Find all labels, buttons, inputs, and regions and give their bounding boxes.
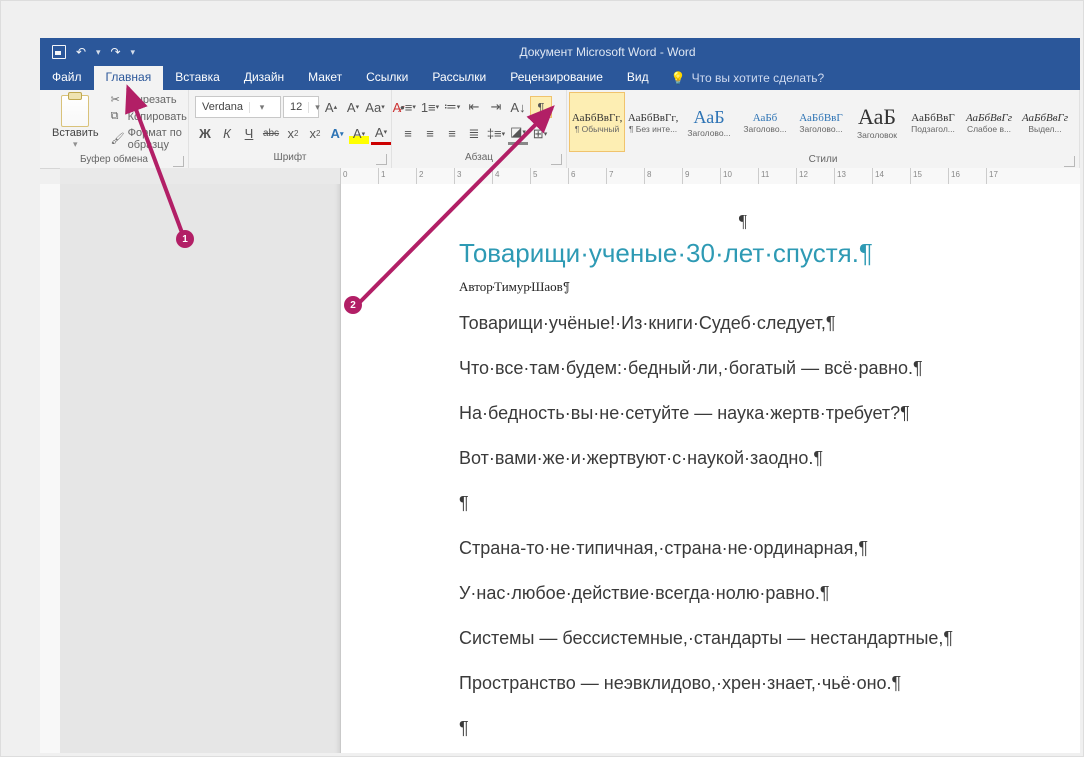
align-center-button[interactable]: ≡ bbox=[420, 124, 440, 144]
undo-icon[interactable]: ↶ bbox=[74, 45, 88, 59]
style-Заголовок[interactable]: АаБЗаголовок bbox=[849, 92, 905, 152]
leading-pilcrow: ¶ bbox=[399, 211, 1080, 232]
document-area[interactable]: ¶ Товарищи·ученые·30·лет·спустя.¶ Автор·… bbox=[60, 184, 1080, 753]
tab-вид[interactable]: Вид bbox=[615, 66, 661, 90]
style-Подзагол...[interactable]: АаБбВвГПодзагол... bbox=[905, 92, 961, 152]
tell-me-search[interactable]: 💡Что вы хотите сделать? bbox=[661, 66, 825, 90]
format-painter-button[interactable]: 🖌Формат по образцу bbox=[109, 126, 189, 152]
text-line[interactable]: Товарищи·учёные!·Из·книги·Судеб·следует,… bbox=[459, 313, 1080, 334]
show-pilcrow-button[interactable]: ¶ bbox=[530, 96, 552, 118]
annotation-2: 2 bbox=[344, 296, 362, 314]
tab-макет[interactable]: Макет bbox=[296, 66, 354, 90]
dialog-launcher-icon[interactable] bbox=[376, 154, 387, 165]
dialog-launcher-icon[interactable] bbox=[1064, 156, 1075, 167]
paste-label: Вставить bbox=[52, 127, 99, 139]
group-label: Абзац bbox=[465, 152, 493, 163]
subscript-button[interactable]: x2 bbox=[283, 124, 303, 144]
align-right-button[interactable]: ≡ bbox=[442, 124, 462, 144]
shading-button[interactable]: ◪▾ bbox=[508, 122, 528, 145]
font-size-select[interactable]: 12▾ bbox=[283, 96, 319, 118]
tab-ссылки[interactable]: Ссылки bbox=[354, 66, 420, 90]
clipboard-icon bbox=[61, 95, 89, 127]
text-line[interactable]: ¶ bbox=[459, 718, 1080, 739]
quick-access-toolbar: ↶ ▾ ↷ ▾ bbox=[40, 45, 135, 59]
text-line[interactable]: Вот·вами·же·и·жертвуют·с·наукой·заодно.¶ bbox=[459, 448, 1080, 469]
title-bar: ↶ ▾ ↷ ▾ Документ Microsoft Word - Word bbox=[40, 38, 1080, 66]
style-¶ Обычный[interactable]: АаБбВвГг,¶ Обычный bbox=[569, 92, 625, 152]
lightbulb-icon: 💡 bbox=[671, 71, 686, 85]
dialog-launcher-icon[interactable] bbox=[173, 156, 184, 167]
horizontal-ruler[interactable] bbox=[60, 168, 1080, 185]
align-left-button[interactable]: ≡ bbox=[398, 124, 418, 144]
group-label: Буфер обмена bbox=[80, 154, 148, 165]
grow-font-button[interactable]: A▴ bbox=[321, 97, 341, 117]
text-effects-button[interactable]: A▾ bbox=[327, 124, 347, 144]
sort-button[interactable]: A↓ bbox=[508, 97, 528, 117]
underline-button[interactable]: Ч bbox=[239, 124, 259, 144]
tab-главная[interactable]: Главная bbox=[94, 66, 164, 90]
tab-вставка[interactable]: Вставка bbox=[163, 66, 232, 90]
justify-button[interactable]: ≣ bbox=[464, 124, 484, 144]
bold-button[interactable]: Ж bbox=[195, 124, 215, 144]
cut-button[interactable]: ✂Вырезать bbox=[109, 92, 189, 108]
group-font: Verdana▾ 12▾ A▴ A▾ Aa▾ A̷ Ж К Ч abc x2 x… bbox=[189, 90, 392, 168]
ribbon-tabs: ФайлГлавнаяВставкаДизайнМакетСсылкиРассы… bbox=[40, 66, 1080, 90]
annotation-1: 1 bbox=[176, 230, 194, 248]
tab-файл[interactable]: Файл bbox=[40, 66, 94, 90]
copy-button[interactable]: ⧉Копировать bbox=[109, 109, 189, 125]
multilevel-button[interactable]: ≔▾ bbox=[442, 97, 462, 117]
document-title[interactable]: Товарищи·ученые·30·лет·спустя.¶ bbox=[459, 238, 1080, 269]
style-Выдел...[interactable]: АаБбВвГгВыдел... bbox=[1017, 92, 1073, 152]
text-line[interactable]: Пространство — неэвклидово,·хрен·знает,·… bbox=[459, 673, 1080, 694]
font-name-select[interactable]: Verdana▾ bbox=[195, 96, 281, 118]
text-line[interactable]: Что·все·там·будем:·бедный·ли,·богатый — … bbox=[459, 358, 1080, 379]
app-window: ↶ ▾ ↷ ▾ Документ Microsoft Word - Word Ф… bbox=[0, 0, 1084, 757]
style-Заголово...[interactable]: АаБЗаголово... bbox=[681, 92, 737, 152]
copy-icon: ⧉ bbox=[111, 110, 125, 124]
group-label: Шрифт bbox=[274, 152, 307, 163]
text-line[interactable]: На·бедность·вы·не·сетуйте — наука·жертв·… bbox=[459, 403, 1080, 424]
bullets-button[interactable]: •≡▾ bbox=[398, 97, 418, 117]
undo-more-icon[interactable]: ▾ bbox=[96, 47, 101, 58]
ribbon: Вставить ▾ ✂Вырезать ⧉Копировать 🖌Формат… bbox=[40, 90, 1080, 169]
style-Слабое в...[interactable]: АаБбВвГгСлабое в... bbox=[961, 92, 1017, 152]
tab-дизайн[interactable]: Дизайн bbox=[232, 66, 296, 90]
text-line[interactable]: ¶ bbox=[459, 493, 1080, 514]
page[interactable]: ¶ Товарищи·ученые·30·лет·спустя.¶ Автор·… bbox=[340, 184, 1080, 753]
window-title: Документ Microsoft Word - Word bbox=[135, 45, 1080, 59]
dialog-launcher-icon[interactable] bbox=[551, 154, 562, 165]
italic-button[interactable]: К bbox=[217, 124, 237, 144]
qat-customize-icon[interactable]: ▾ bbox=[131, 47, 136, 58]
style-Заголово...[interactable]: АаБбВвГЗаголово... bbox=[793, 92, 849, 152]
brush-icon: 🖌 bbox=[111, 132, 125, 146]
group-label: Стили bbox=[809, 154, 838, 165]
group-paragraph: •≡▾ 1≡▾ ≔▾ ⇤ ⇥ A↓ ¶ ≡ ≡ ≡ ≣ ‡≡▾ ◪▾ ⊞▾ bbox=[392, 90, 567, 168]
save-icon[interactable] bbox=[52, 45, 66, 59]
strike-button[interactable]: abc bbox=[261, 124, 281, 144]
vertical-ruler[interactable] bbox=[40, 184, 61, 753]
style-¶ Без инте...[interactable]: АаБбВвГг,¶ Без инте... bbox=[625, 92, 681, 152]
shrink-font-button[interactable]: A▾ bbox=[343, 97, 363, 117]
line-spacing-button[interactable]: ‡≡▾ bbox=[486, 124, 506, 144]
group-clipboard: Вставить ▾ ✂Вырезать ⧉Копировать 🖌Формат… bbox=[40, 90, 189, 168]
text-line[interactable]: Страна-то·не·типичная,·страна·не·ординар… bbox=[459, 538, 1080, 559]
group-styles: АаБбВвГг,¶ ОбычныйАаБбВвГг,¶ Без инте...… bbox=[567, 90, 1080, 168]
style-Заголово...[interactable]: АаБбЗаголово... bbox=[737, 92, 793, 152]
paste-button[interactable]: Вставить ▾ bbox=[46, 93, 105, 152]
borders-button[interactable]: ⊞▾ bbox=[530, 124, 550, 144]
increase-indent-button[interactable]: ⇥ bbox=[486, 97, 506, 117]
numbering-button[interactable]: 1≡▾ bbox=[420, 97, 440, 117]
document-author[interactable]: Автор·Тимур·Шаов¶ bbox=[459, 279, 1080, 295]
highlight-button[interactable]: A▾ bbox=[349, 124, 369, 144]
font-color-button[interactable]: A▾ bbox=[371, 122, 391, 145]
text-line[interactable]: Системы — бессистемные,·стандарты — нест… bbox=[459, 628, 1080, 649]
decrease-indent-button[interactable]: ⇤ bbox=[464, 97, 484, 117]
scissors-icon: ✂ bbox=[111, 93, 125, 107]
tab-рецензирование[interactable]: Рецензирование bbox=[498, 66, 615, 90]
change-case-button[interactable]: Aa▾ bbox=[365, 97, 385, 117]
tab-рассылки[interactable]: Рассылки bbox=[420, 66, 498, 90]
text-line[interactable]: У·нас·любое·действие·всегда·нолю·равно.¶ bbox=[459, 583, 1080, 604]
superscript-button[interactable]: x2 bbox=[305, 124, 325, 144]
redo-icon[interactable]: ↷ bbox=[109, 45, 123, 59]
